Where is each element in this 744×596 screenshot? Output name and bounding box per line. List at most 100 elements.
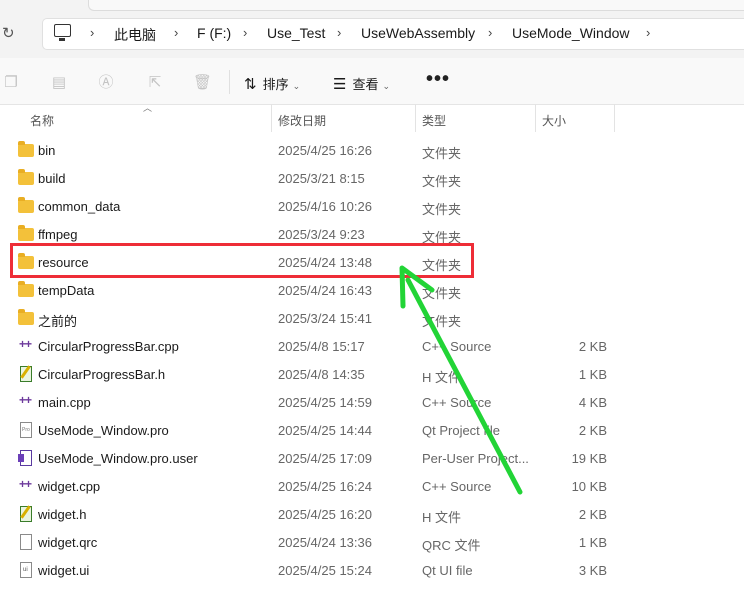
- file-type: H 文件: [422, 370, 462, 385]
- column-header-row: [0, 104, 744, 132]
- file-size: 10 KB: [571, 479, 607, 494]
- tab-edge: [88, 0, 744, 11]
- file-row[interactable]: widget.ui 2025/4/25 15:24 Qt UI file 3 KB: [0, 556, 744, 584]
- file-name: widget.qrc: [38, 535, 98, 550]
- file-type: 文件夹: [422, 314, 462, 329]
- file-row[interactable]: widget.cpp 2025/4/25 16:24 C++ Source 10 KB: [0, 472, 744, 500]
- file-type: 文件夹: [422, 174, 462, 189]
- file-row[interactable]: 之前的 2025/3/24 15:41 文件夹: [0, 304, 744, 332]
- breadcrumb-drive[interactable]: F (F:): [197, 25, 231, 41]
- file-row[interactable]: widget.h 2025/4/25 16:20 H 文件 2 KB: [0, 500, 744, 528]
- file-size: 1 KB: [578, 367, 607, 382]
- file-type: Qt UI file: [422, 563, 473, 578]
- column-header-size[interactable]: 大小: [542, 112, 566, 129]
- file-size: 2 KB: [578, 507, 607, 522]
- file-name: 之前的: [38, 314, 78, 329]
- delete-icon[interactable]: 🗑: [193, 74, 212, 92]
- file-type: Qt Project file: [422, 423, 501, 438]
- file-size: 2 KB: [578, 423, 607, 438]
- file-name: CircularProgressBar.h: [38, 367, 166, 382]
- column-divider[interactable]: [614, 104, 615, 132]
- cpp-file-icon: [18, 393, 34, 409]
- file-row[interactable]: main.cpp 2025/4/25 14:59 C++ Source 4 KB: [0, 388, 744, 416]
- file-name: widget.cpp: [38, 479, 101, 494]
- file-type: C++ Source: [422, 395, 492, 410]
- folder-icon: [18, 169, 34, 185]
- file-date: 2025/4/8 15:17: [278, 339, 365, 354]
- column-header-name[interactable]: 名称: [30, 112, 54, 129]
- file-row[interactable]: CircularProgressBar.h 2025/4/8 14:35 H 文件 1…: [0, 360, 744, 388]
- file-row[interactable]: CircularProgressBar.cpp 2025/4/8 15:17 C++…: [0, 332, 744, 360]
- column-divider[interactable]: [271, 104, 272, 132]
- breadcrumb-use-test[interactable]: Use_Test: [267, 25, 325, 41]
- file-row[interactable]: build 2025/3/21 8:15 文件夹: [0, 164, 744, 192]
- file-type: Per-User Project...: [422, 451, 529, 466]
- file-date: 2025/4/8 14:35: [278, 367, 365, 382]
- file-date: 2025/3/21 8:15: [278, 171, 365, 186]
- file-date: 2025/4/24 13:36: [278, 535, 372, 550]
- sort-icon: ⇅: [244, 76, 257, 93]
- file-date: 2025/4/25 14:44: [278, 423, 372, 438]
- view-button[interactable]: ☰ 查看 ⌄: [333, 74, 390, 93]
- file-date: 2025/3/24 9:23: [278, 227, 365, 242]
- share-icon[interactable]: ⇱: [146, 74, 164, 92]
- chevron-right-icon[interactable]: ›: [243, 25, 247, 40]
- breadcrumb-usemode-window[interactable]: UseMode_Window: [512, 25, 630, 41]
- folder-icon: [18, 197, 34, 213]
- file-date: 2025/4/25 16:20: [278, 507, 372, 522]
- chevron-right-icon[interactable]: ›: [646, 25, 650, 40]
- file-name: common_data: [38, 199, 121, 214]
- file-date: 2025/4/25 17:09: [278, 451, 372, 466]
- file-row[interactable]: bin 2025/4/25 16:26 文件夹: [0, 136, 744, 164]
- title-bar-strip: [0, 0, 744, 12]
- file-row[interactable]: widget.qrc 2025/4/24 13:36 QRC 文件 1 KB: [0, 528, 744, 556]
- file-row[interactable]: common_data 2025/4/16 10:26 文件夹: [0, 192, 744, 220]
- column-divider[interactable]: [415, 104, 416, 132]
- column-divider[interactable]: [535, 104, 536, 132]
- file-name: bin: [38, 143, 56, 158]
- computer-icon: [54, 24, 71, 41]
- file-date: 2025/4/25 15:24: [278, 563, 372, 578]
- file-name: ffmpeg: [38, 227, 78, 242]
- chevron-right-icon[interactable]: ›: [90, 25, 94, 40]
- ui-file-icon: [20, 562, 32, 578]
- file-date: 2025/4/24 16:43: [278, 283, 372, 298]
- cpp-file-icon: [18, 337, 34, 353]
- refresh-icon[interactable]: ↻: [2, 24, 15, 42]
- chevron-right-icon[interactable]: ›: [488, 25, 492, 40]
- column-header-type[interactable]: 类型: [422, 112, 446, 129]
- file-row[interactable]: UseMode_Window.pro 2025/4/25 14:44 Qt Proj…: [0, 416, 744, 444]
- sort-label: 排序: [262, 77, 289, 92]
- file-name: UseMode_Window.pro: [38, 423, 169, 438]
- file-type: 文件夹: [422, 202, 462, 217]
- paste-icon[interactable]: ▤: [50, 74, 68, 92]
- file-row[interactable]: UseMode_Window.pro.user 2025/4/25 17:09 Pe…: [0, 444, 744, 472]
- sort-ascending-icon: ︿: [143, 103, 153, 113]
- file-size: 3 KB: [578, 563, 607, 578]
- sort-button[interactable]: ⇅ 排序 ⌄: [244, 74, 300, 93]
- file-name: build: [38, 171, 66, 186]
- file-row[interactable]: tempData 2025/4/24 16:43 文件夹: [0, 276, 744, 304]
- file-date: 2025/4/16 10:26: [278, 199, 372, 214]
- chevron-right-icon[interactable]: ›: [337, 25, 341, 40]
- column-header-date[interactable]: 修改日期: [278, 112, 326, 129]
- breadcrumb-usewebassembly[interactable]: UseWebAssembly: [361, 25, 475, 41]
- user-file-icon: [18, 450, 32, 466]
- file-type: 文件夹: [422, 286, 462, 301]
- folder-icon: [18, 225, 34, 241]
- file-size: 2 KB: [578, 339, 607, 354]
- breadcrumb-this-pc[interactable]: 此电脑: [114, 25, 156, 45]
- copy-icon[interactable]: ❐: [2, 74, 20, 92]
- rename-icon[interactable]: Ⓐ: [97, 74, 115, 92]
- chevron-right-icon[interactable]: ›: [174, 25, 178, 40]
- file-size: 1 KB: [578, 535, 607, 550]
- toolbar-divider: [229, 70, 230, 94]
- qrc-file-icon: [20, 534, 32, 550]
- file-name: main.cpp: [38, 395, 91, 410]
- view-icon: ☰: [333, 76, 347, 93]
- chevron-down-icon: ⌄: [292, 81, 301, 91]
- pro-file-icon: [20, 422, 32, 438]
- more-options-button[interactable]: •••: [426, 68, 450, 91]
- file-name: CircularProgressBar.cpp: [38, 339, 179, 354]
- cpp-file-icon: [18, 477, 34, 493]
